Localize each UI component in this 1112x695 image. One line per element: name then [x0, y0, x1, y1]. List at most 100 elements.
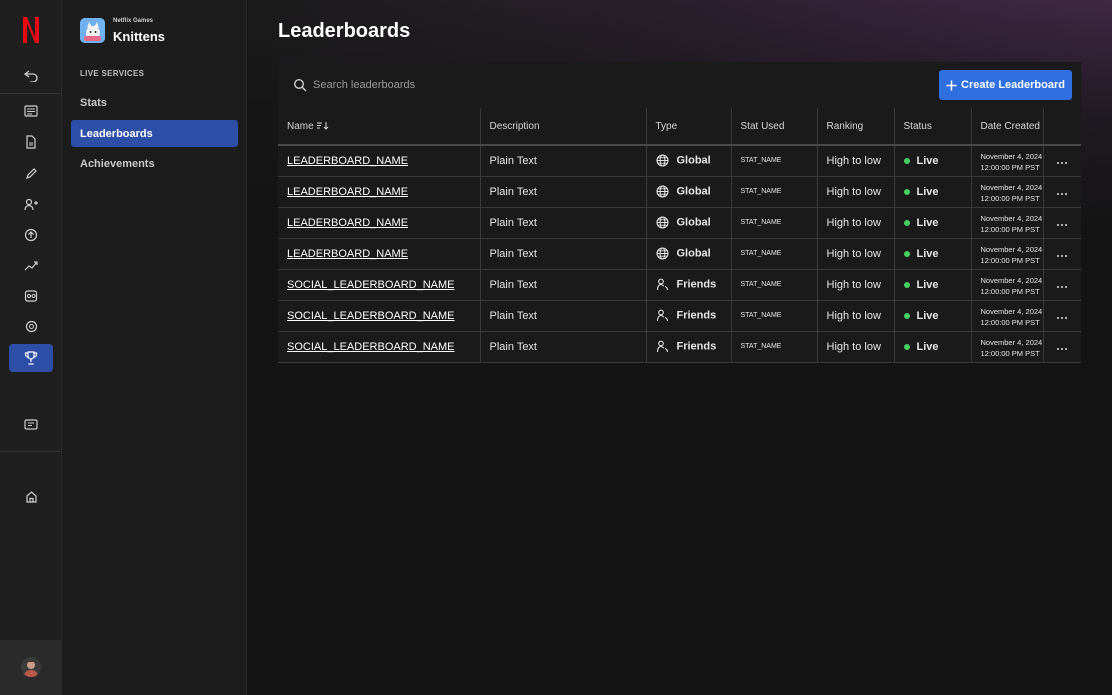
leaderboard-link[interactable]: LEADERBOARD_NAME	[287, 248, 408, 260]
cell-date: November 4, 2024 12:00:00 PM PST	[971, 207, 1044, 239]
rail-divider	[0, 93, 62, 94]
date-line: November 4, 2024	[980, 151, 1043, 161]
create-leaderboard-button[interactable]: Create Leaderboard	[939, 70, 1072, 100]
table-row[interactable]: SOCIAL_LEADERBOARD_NAME Plain Text Friends…	[278, 269, 1081, 301]
column-ranking[interactable]: Ranking	[817, 108, 895, 146]
pencil-icon[interactable]	[9, 159, 53, 187]
globe-icon	[655, 216, 669, 229]
trophy-icon[interactable]	[9, 344, 53, 372]
type-label: Global	[676, 216, 711, 229]
table-row[interactable]: LEADERBOARD_NAME Plain Text Global STAT_NAM…	[278, 238, 1081, 270]
sidebar-item-stats[interactable]: Stats	[71, 89, 238, 116]
cell-ranking: High to low	[817, 269, 895, 301]
home-icon[interactable]	[9, 482, 53, 510]
search-input[interactable]	[313, 76, 613, 94]
column-description[interactable]: Description	[480, 108, 647, 146]
leaderboard-link[interactable]: LEADERBOARD_NAME	[287, 186, 408, 198]
status-label: Live	[916, 278, 939, 291]
status-label: Live	[916, 154, 939, 167]
type-label: Global	[676, 247, 711, 260]
cell-status: Live	[894, 300, 972, 332]
create-leaderboard-label: Create Leaderboard	[961, 79, 1065, 91]
column-actions	[1043, 108, 1081, 146]
leaderboard-link[interactable]: SOCIAL_LEADERBOARD_NAME	[287, 341, 455, 353]
leaderboard-link[interactable]: LEADERBOARD_NAME	[287, 155, 408, 167]
time-line: 12:00:00 PM PST	[980, 193, 1040, 203]
sidebar-item-achievements[interactable]: Achievements	[71, 150, 238, 177]
more-options-icon[interactable]	[1057, 347, 1068, 350]
cell-name: SOCIAL_LEADERBOARD_NAME	[278, 331, 481, 363]
column-date-created[interactable]: Date Created	[971, 108, 1044, 146]
netflix-logo[interactable]	[20, 15, 42, 45]
friends-icon	[656, 340, 668, 353]
search-icon	[293, 78, 307, 92]
column-type[interactable]: Type	[646, 108, 732, 146]
globe-icon	[655, 185, 669, 198]
more-options-icon[interactable]	[1057, 316, 1068, 319]
cell-description: Plain Text	[480, 238, 647, 270]
table-body: LEADERBOARD_NAME Plain Text Global STAT_NAM…	[278, 145, 1081, 363]
date-line: November 4, 2024	[980, 275, 1043, 285]
cell-name: LEADERBOARD_NAME	[278, 238, 481, 270]
trend-icon[interactable]	[9, 252, 53, 280]
type-label: Friends	[676, 309, 717, 322]
more-options-icon[interactable]	[1057, 223, 1068, 226]
cell-name: SOCIAL_LEADERBOARD_NAME	[278, 300, 481, 332]
cell-actions	[1043, 300, 1081, 332]
table-row[interactable]: LEADERBOARD_NAME Plain Text Global STAT_NAM…	[278, 176, 1081, 208]
cell-actions	[1043, 207, 1081, 239]
type-label: Friends	[676, 278, 717, 291]
table-row[interactable]: LEADERBOARD_NAME Plain Text Global STAT_NAM…	[278, 207, 1081, 239]
more-options-icon[interactable]	[1057, 254, 1068, 257]
back-icon[interactable]	[9, 62, 53, 90]
cell-date: November 4, 2024 12:00:00 PM PST	[971, 238, 1044, 270]
friends-icon	[656, 278, 668, 291]
cell-date: November 4, 2024 12:00:00 PM PST	[971, 145, 1044, 177]
sort-icon[interactable]	[316, 121, 330, 131]
friends-icon	[656, 309, 668, 322]
cell-status: Live	[894, 269, 972, 301]
news-icon[interactable]	[9, 97, 53, 125]
time-line: 12:00:00 PM PST	[980, 224, 1040, 234]
app-icon	[80, 18, 105, 43]
table-row[interactable]: SOCIAL_LEADERBOARD_NAME Plain Text Friends…	[278, 331, 1081, 363]
live-dot	[903, 219, 910, 226]
cell-stat: STAT_NAME	[731, 176, 818, 208]
chat-icon[interactable]	[9, 411, 53, 439]
document-icon[interactable]	[9, 128, 53, 156]
column-status[interactable]: Status	[894, 108, 972, 146]
cell-stat: STAT_NAME	[731, 300, 818, 332]
cell-ranking: High to low	[817, 331, 895, 363]
time-line: 12:00:00 PM PST	[980, 255, 1040, 265]
time-line: 12:00:00 PM PST	[980, 348, 1040, 358]
more-options-icon[interactable]	[1057, 192, 1068, 195]
leaderboard-link[interactable]: SOCIAL_LEADERBOARD_NAME	[287, 279, 455, 291]
avatar[interactable]	[21, 657, 41, 677]
leaderboards-table: Name Description Type Stat Used Ranking …	[278, 108, 1081, 363]
more-options-icon[interactable]	[1057, 285, 1068, 288]
upload-icon[interactable]	[9, 221, 53, 249]
cell-type: Global	[646, 207, 732, 239]
users-icon[interactable]	[9, 190, 53, 218]
cell-description: Plain Text	[480, 300, 647, 332]
gamepad-icon[interactable]	[9, 282, 53, 310]
sidebar-item-leaderboards[interactable]: Leaderboards	[71, 120, 238, 147]
type-label: Global	[676, 185, 711, 198]
more-options-icon[interactable]	[1057, 161, 1068, 164]
secondary-sidebar: Netflix Games Knittens LIVE SERVICES Sta…	[62, 0, 247, 695]
column-name[interactable]: Name	[278, 108, 481, 146]
column-stat-used[interactable]: Stat Used	[731, 108, 818, 146]
icon-rail	[0, 0, 62, 695]
cell-name: LEADERBOARD_NAME	[278, 176, 481, 208]
cell-date: November 4, 2024 12:00:00 PM PST	[971, 300, 1044, 332]
cell-name: LEADERBOARD_NAME	[278, 207, 481, 239]
table-row[interactable]: LEADERBOARD_NAME Plain Text Global STAT_NAM…	[278, 145, 1081, 177]
leaderboard-link[interactable]: SOCIAL_LEADERBOARD_NAME	[287, 310, 455, 322]
time-line: 12:00:00 PM PST	[980, 286, 1040, 296]
table-row[interactable]: SOCIAL_LEADERBOARD_NAME Plain Text Friends…	[278, 300, 1081, 332]
cell-actions	[1043, 145, 1081, 177]
column-name-label: Name	[287, 120, 314, 132]
cell-stat: STAT_NAME	[731, 238, 818, 270]
badge-icon[interactable]	[9, 313, 53, 341]
leaderboard-link[interactable]: LEADERBOARD_NAME	[287, 217, 408, 229]
